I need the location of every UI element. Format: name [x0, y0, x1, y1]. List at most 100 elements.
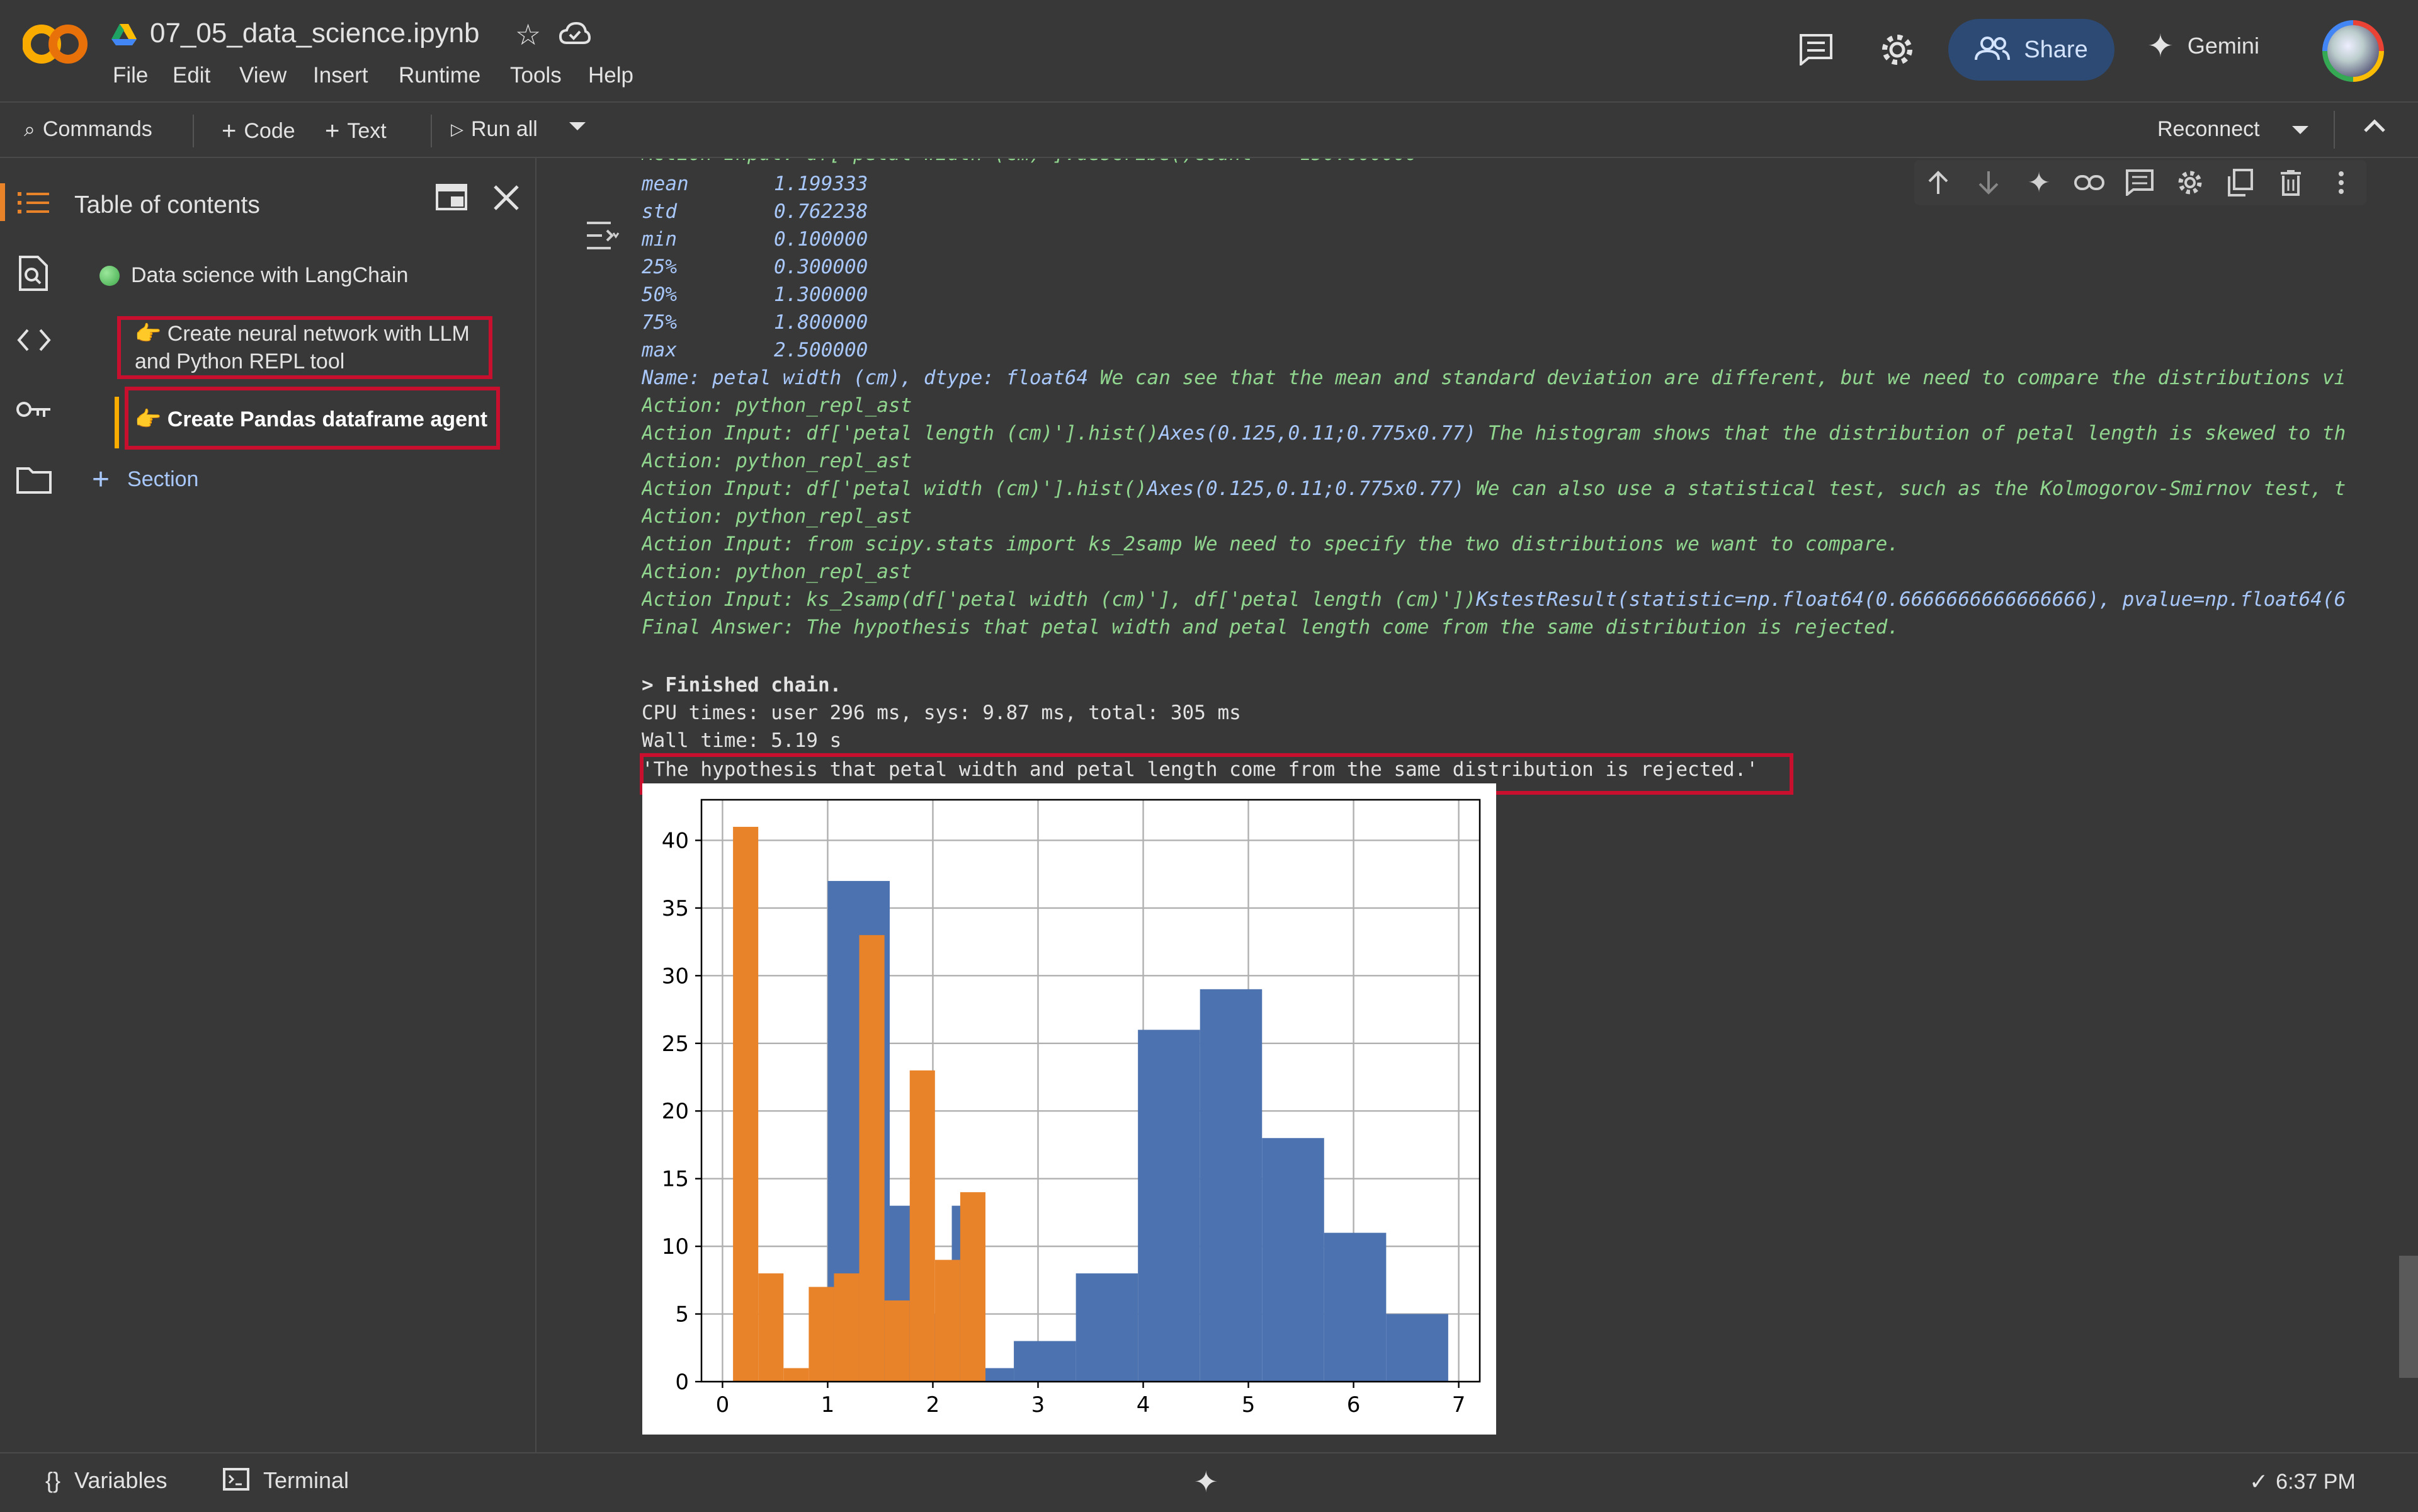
menu-edit[interactable]: Edit [173, 63, 210, 88]
add-code-button[interactable]: + Code [222, 117, 295, 145]
terminal-icon [223, 1467, 249, 1494]
histogram-bar-blue [1262, 1138, 1324, 1382]
move-cell-down-icon[interactable] [1970, 164, 2007, 202]
more-options-icon[interactable] [2322, 164, 2360, 202]
secrets-key-icon[interactable] [15, 398, 53, 424]
output-stat-line: max 2.500000 [642, 336, 868, 364]
output-agent-line: Action: python_repl_ast [642, 503, 912, 530]
histogram-bar-orange [758, 1273, 784, 1382]
menu-insert[interactable]: Insert [313, 63, 368, 88]
run-all-button[interactable]: ▷ Run all [451, 117, 538, 142]
stat-key: 75% [642, 311, 677, 334]
settings-gear-icon[interactable] [1879, 31, 1916, 71]
delete-cell-icon[interactable] [2272, 164, 2310, 202]
y-tick-label: 30 [662, 963, 689, 989]
code-snippets-icon[interactable] [16, 327, 52, 356]
y-tick-label: 20 [662, 1099, 689, 1124]
output-cpu-times: CPU times: user 296 ms, sys: 9.87 ms, to… [642, 702, 1241, 724]
toc-item-data-science[interactable]: Data science with LangChain [99, 263, 408, 288]
add-text-label: Text [347, 119, 387, 143]
add-section-button[interactable]: + Section [92, 462, 198, 497]
menu-tools[interactable]: Tools [510, 63, 562, 88]
comment-icon[interactable] [2121, 164, 2159, 202]
histogram-bar-orange [934, 1259, 960, 1382]
x-tick-label: 2 [926, 1392, 940, 1418]
checkmark-icon: ✓ [2249, 1469, 2269, 1494]
runtime-dropdown-icon[interactable] [2292, 126, 2308, 134]
terminal-button[interactable]: Terminal [223, 1467, 349, 1494]
files-folder-icon[interactable] [16, 466, 52, 497]
y-tick-label: 35 [662, 896, 689, 921]
histogram-bar-orange [960, 1192, 985, 1382]
stat-key: min [642, 228, 677, 251]
star-icon[interactable]: ☆ [515, 18, 541, 52]
notebook-title[interactable]: 07_05_data_science.ipynb [150, 18, 480, 49]
account-avatar[interactable] [2322, 20, 2384, 82]
status-time: 6:37 PM [2276, 1469, 2356, 1494]
menu-runtime[interactable]: Runtime [399, 63, 480, 88]
menu-file[interactable]: File [113, 63, 148, 88]
find-replace-icon[interactable] [18, 256, 49, 294]
comments-icon[interactable] [1798, 33, 1834, 69]
y-tick-label: 10 [662, 1234, 689, 1259]
colab-logo[interactable] [22, 23, 88, 65]
share-button[interactable]: Share [1948, 19, 2114, 81]
move-cell-up-icon[interactable] [1919, 164, 1957, 202]
cloud-status-icon[interactable] [559, 21, 591, 48]
variables-button[interactable]: {} Variables [45, 1467, 167, 1494]
stat-value: 0.300000 [774, 256, 868, 278]
output-name-line: Name: petal width (cm), dtype: float64 W… [642, 364, 2346, 392]
close-toc-icon[interactable] [492, 184, 520, 215]
output-stat-line: mean 1.199333 [642, 170, 868, 198]
toc-icon[interactable] [0, 183, 65, 221]
stat-key: max [642, 339, 677, 361]
plus-icon: + [92, 463, 110, 496]
histogram-bar-blue [1324, 1232, 1387, 1382]
commands-button[interactable]: ⌕ Commands [24, 117, 152, 142]
agent-action-text: Action Input: df['petal length (cm)'].hi… [642, 422, 1159, 445]
x-tick-label: 3 [1031, 1392, 1045, 1418]
plus-icon: + [222, 117, 237, 145]
run-all-label: Run all [471, 117, 538, 141]
reconnect-button[interactable]: Reconnect [2157, 117, 2260, 142]
output-agent-line: Action Input: ks_2samp(df['petal width (… [642, 586, 2346, 613]
play-icon: ▷ [451, 120, 463, 139]
green-circle-icon [99, 265, 120, 286]
run-all-dropdown-icon[interactable] [569, 122, 586, 130]
scrollbar-thumb[interactable] [2399, 1256, 2418, 1378]
x-tick-label: 6 [1347, 1392, 1361, 1418]
output-actions-icon[interactable] [586, 220, 620, 254]
header-bar: 07_05_data_science.ipynb ☆ File Edit Vie… [0, 0, 2418, 103]
menu-view[interactable]: View [239, 63, 287, 88]
stat-value: 1.800000 [774, 311, 868, 334]
output-stat-line: std 0.762238 [642, 198, 868, 225]
gemini-button[interactable]: ✦ Gemini [2147, 28, 2259, 64]
share-label: Share [2024, 36, 2088, 63]
runtime-status[interactable]: ✓ 6:37 PM [2249, 1469, 2356, 1495]
gemini-status-icon[interactable]: ✦ [1194, 1465, 1218, 1499]
stat-value: 2.500000 [774, 339, 868, 361]
link-icon[interactable] [2070, 164, 2108, 202]
output-agent-line: Action: python_repl_ast [642, 447, 912, 475]
stat-value: 0.100000 [774, 228, 868, 251]
x-tick-label: 4 [1137, 1392, 1150, 1418]
output-stat-line: 75% 1.800000 [642, 309, 868, 336]
agent-action-text: Action: python_repl_ast [642, 394, 912, 417]
output-agent-line: Action: python_repl_ast [642, 392, 912, 419]
output-stat-line: min 0.100000 [642, 225, 868, 253]
histogram-bar-blue [1138, 1030, 1200, 1382]
gemini-cell-icon[interactable]: ✦ [2020, 164, 2058, 202]
mirror-cell-icon[interactable] [2222, 164, 2259, 202]
agent-action-text: Action Input: df['petal width (cm)'].his… [642, 477, 1147, 500]
cell-settings-icon[interactable] [2171, 164, 2209, 202]
menu-help[interactable]: Help [588, 63, 633, 88]
histogram-bar-orange [884, 1300, 910, 1382]
histogram-bar-blue [1076, 1273, 1138, 1382]
add-text-button[interactable]: + Text [325, 117, 387, 145]
agent-action-text: Action: python_repl_ast [642, 560, 912, 583]
collapse-header-icon[interactable] [2363, 117, 2387, 138]
y-tick-label: 25 [662, 1032, 689, 1057]
open-in-tab-icon[interactable] [436, 184, 467, 213]
stat-key: std [642, 200, 677, 223]
output-agent-line: Action: python_repl_ast [642, 558, 912, 586]
